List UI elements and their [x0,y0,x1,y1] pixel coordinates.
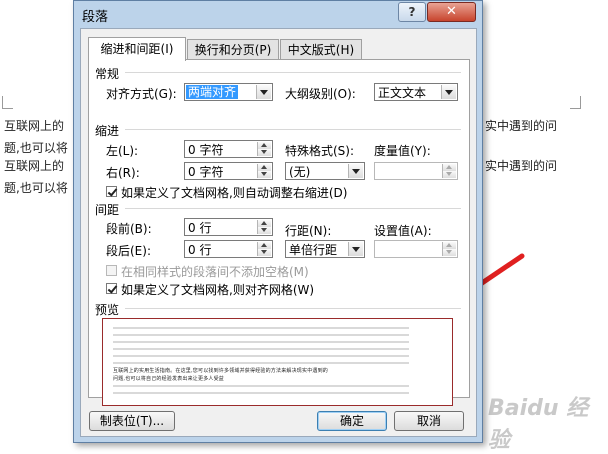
ok-button[interactable]: 确定 [317,411,387,431]
doc-text-line: 互联网上的 [4,119,65,133]
outline-level-select[interactable]: 正文文本 [374,83,458,101]
special-format-select[interactable]: (无) [285,162,365,180]
special-format-label: 特殊格式(S): [285,144,355,158]
line-spacing-label: 行距(N): [285,224,332,238]
tab-indents-spacing[interactable]: 缩进和间距(I) [88,37,186,61]
space-before-value: 0 行 [188,221,212,235]
spin-up-icon[interactable] [442,242,456,249]
help-button[interactable]: ? [398,2,426,22]
line-spacing-select[interactable]: 单倍行距 [285,240,365,258]
chevron-down-icon[interactable] [348,164,363,178]
paragraph-dialog: 段落 ? ✕ 缩进和间距(I) 换行和分页(P) 中文版式(H) 常规 对齐方式… [73,0,483,443]
preview-line [113,348,409,350]
doc-text-line: 实中遇到的问 [485,159,558,173]
preview-sample-text: 互联网上的实用生活指南。在这里,您可以找到许多领域并获得经验的方法来解决现实中遇… [113,368,328,374]
left-indent-spinner[interactable]: 0 字符 [184,140,273,158]
left-indent-label: 左(L): [106,144,139,158]
dialog-title: 段落 [82,10,109,25]
auto-adjust-right-indent-checkbox[interactable] [106,186,117,197]
close-button[interactable]: ✕ [427,2,476,22]
separator [125,129,461,130]
doc-text-line: 互联网上的 [4,159,65,173]
doc-text-line: 实中遇到的问 [485,119,558,133]
line-spacing-value: 单倍行距 [289,243,338,257]
space-after-label: 段后(E): [106,244,151,258]
doc-text-line: 题,也可以将 [4,181,68,195]
right-indent-value: 0 字符 [188,165,224,179]
set-value-spinner[interactable] [374,240,458,258]
baidu-watermark: Baidu 经验 [488,396,589,453]
preview-line [113,334,409,336]
preview-line [113,341,409,343]
section-spacing: 间距 [95,203,120,217]
spin-down-icon[interactable] [442,249,456,256]
chevron-down-icon[interactable] [256,85,271,99]
no-space-same-style-label: 在相同样式的段落间不添加空格(M) [121,265,309,279]
right-indent-label: 右(R): [106,166,140,180]
dialog-client: 缩进和间距(I) 换行和分页(P) 中文版式(H) 常规 对齐方式(G): 两端… [80,28,477,437]
spin-up-icon[interactable] [257,142,271,149]
spin-up-icon[interactable] [257,242,271,249]
spin-down-icon[interactable] [257,149,271,156]
cancel-button[interactable]: 取消 [394,411,464,431]
auto-adjust-right-indent-label: 如果定义了文档网格,则自动调整右缩进(D) [121,186,348,200]
separator [125,72,461,73]
title-bar[interactable]: 段落 ? ✕ [74,1,482,29]
section-indent: 缩进 [95,124,120,138]
space-before-spinner[interactable]: 0 行 [184,218,273,236]
spin-down-icon[interactable] [257,171,271,178]
space-before-label: 段前(B): [106,222,152,236]
alignment-label: 对齐方式(G): [106,87,177,101]
preview-line [113,385,409,387]
right-indent-spinner[interactable]: 0 字符 [184,162,273,180]
doc-text-line: 题,也可以将 [4,141,68,155]
preview-box: 互联网上的实用生活指南。在这里,您可以找到许多领域并获得经验的方法来解决现实中遇… [102,318,453,406]
left-indent-value: 0 字符 [188,143,224,157]
outline-level-value: 正文文本 [378,86,427,100]
alignment-value: 两端对齐 [186,85,239,99]
measure-spinner[interactable] [374,162,458,180]
alignment-select[interactable]: 两端对齐 [184,83,273,101]
snap-to-grid-label: 如果定义了文档网格,则对齐网格(W) [121,283,315,297]
set-value-label: 设置值(A): [374,224,432,238]
section-preview: 预览 [95,303,120,317]
spin-down-icon[interactable] [257,227,271,234]
space-after-value: 0 行 [188,243,212,257]
tab-stops-button[interactable]: 制表位(T)... [89,411,175,431]
tab-asian-typography[interactable]: 中文版式(H) [280,39,362,60]
space-after-spinner[interactable]: 0 行 [184,240,273,258]
measure-label: 度量值(Y): [374,144,431,158]
margin-mark-right [570,96,581,109]
spin-up-icon[interactable] [257,220,271,227]
outline-level-label: 大纲级别(O): [285,87,356,101]
margin-mark-left [2,96,13,109]
chevron-down-icon[interactable] [441,85,456,99]
snap-to-grid-checkbox[interactable] [106,283,117,294]
preview-line [113,355,409,357]
separator [125,208,461,209]
no-space-same-style-checkbox[interactable] [106,265,117,276]
separator [125,308,461,309]
section-general: 常规 [95,67,120,81]
chevron-down-icon[interactable] [348,242,363,256]
spin-up-icon[interactable] [442,164,456,171]
tab-line-page-breaks[interactable]: 换行和分页(P) [187,39,279,60]
preview-sample-text: 问题,也可以将自己的经验发表出来让更多人受益 [113,376,224,382]
spin-down-icon[interactable] [442,171,456,178]
preview-line [113,327,409,329]
preview-line [113,392,409,394]
spin-down-icon[interactable] [257,249,271,256]
spin-up-icon[interactable] [257,164,271,171]
preview-line [113,362,409,364]
special-format-value: (无) [289,165,311,179]
